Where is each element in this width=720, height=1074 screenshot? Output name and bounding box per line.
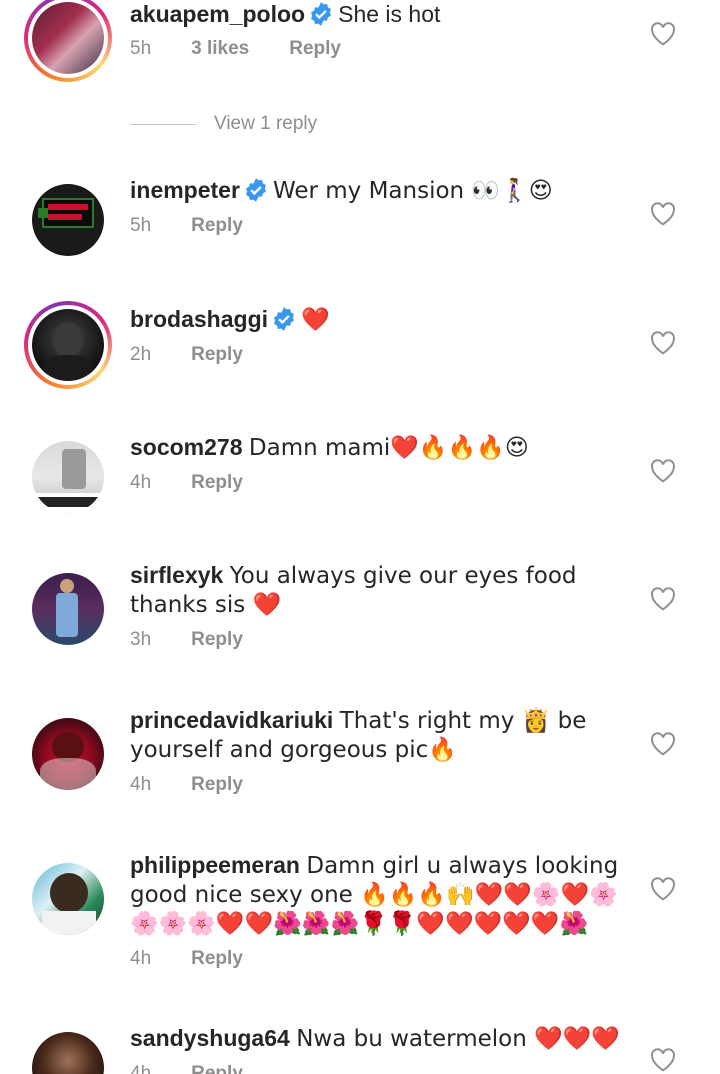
avatar[interactable] bbox=[24, 0, 112, 82]
comment-username[interactable]: brodashaggi bbox=[130, 306, 268, 332]
comment-likes[interactable]: 3 likes bbox=[191, 38, 249, 60]
comment-body: Nwa bu watermelon ❤️❤️❤️ bbox=[296, 1026, 621, 1052]
comment-meta: 4h Reply bbox=[130, 1063, 630, 1074]
verified-badge-icon bbox=[311, 2, 332, 26]
comment-time: 5h bbox=[130, 215, 152, 236]
avatar[interactable] bbox=[24, 301, 112, 389]
avatar[interactable] bbox=[24, 433, 112, 521]
reply-button[interactable]: Reply bbox=[289, 38, 341, 60]
heart-outline-icon[interactable] bbox=[650, 587, 676, 611]
comment-text: socom278 Damn mami❤️🔥🔥🔥😍 bbox=[130, 433, 630, 462]
comment-meta: 4h Reply bbox=[130, 774, 630, 796]
comment-text: sandyshuga64 Nwa bu watermelon ❤️❤️❤️ bbox=[130, 1024, 630, 1053]
comment-body: ❤️ bbox=[301, 307, 330, 333]
reply-button[interactable]: Reply bbox=[191, 215, 243, 237]
avatar[interactable] bbox=[24, 710, 112, 798]
avatar[interactable] bbox=[24, 855, 112, 943]
heart-outline-icon[interactable] bbox=[650, 202, 676, 226]
verified-badge-icon bbox=[274, 307, 294, 331]
comment-username[interactable]: inempeter bbox=[130, 177, 240, 203]
comment-username[interactable]: akuapem_poloo bbox=[130, 1, 305, 27]
comment-text: inempeter Wer my Mansion 👀🚶‍♀️😍 bbox=[130, 176, 630, 205]
comment-time: 2h bbox=[130, 344, 152, 365]
avatar[interactable] bbox=[24, 1024, 112, 1074]
heart-outline-icon[interactable] bbox=[650, 22, 676, 46]
reply-button[interactable]: Reply bbox=[191, 629, 243, 651]
comment-text: sirflexyk You always give our eyes food … bbox=[130, 561, 630, 619]
comment-text: brodashaggi ❤️ bbox=[130, 305, 630, 334]
comment-meta: 4h Reply bbox=[130, 948, 630, 970]
heart-outline-icon[interactable] bbox=[650, 331, 676, 355]
reply-button[interactable]: Reply bbox=[191, 472, 243, 494]
comment-body: Damn mami❤️🔥🔥🔥😍 bbox=[248, 435, 529, 461]
comment-time: 3h bbox=[130, 629, 152, 650]
heart-outline-icon[interactable] bbox=[650, 877, 676, 901]
comment-time: 4h bbox=[130, 774, 152, 795]
comment-time: 4h bbox=[130, 948, 152, 969]
comment-username[interactable]: philippeemeran bbox=[130, 852, 300, 878]
comment-meta: 2h Reply bbox=[130, 344, 630, 366]
comment-text: princedavidkariuki That's right my 👸 be … bbox=[130, 706, 630, 764]
heart-outline-icon[interactable] bbox=[650, 732, 676, 756]
heart-outline-icon[interactable] bbox=[650, 1048, 676, 1072]
comment-username[interactable]: socom278 bbox=[130, 434, 243, 460]
comment-text: akuapem_poloo She is hot bbox=[130, 0, 630, 28]
comment-username[interactable]: princedavidkariuki bbox=[130, 707, 333, 733]
comment-meta: 4h Reply bbox=[130, 472, 630, 494]
comment-time: 4h bbox=[130, 472, 152, 493]
reply-button[interactable]: Reply bbox=[191, 774, 243, 796]
comment-time: 4h bbox=[130, 1063, 152, 1074]
comment-body: She is hot bbox=[338, 1, 441, 27]
verified-badge-icon bbox=[245, 178, 266, 202]
comment-username[interactable]: sandyshuga64 bbox=[130, 1025, 290, 1051]
comment-time: 5h bbox=[130, 38, 152, 59]
comment-meta: 5h Reply bbox=[130, 215, 630, 237]
comment-text: philippeemeran Damn girl u always lookin… bbox=[130, 851, 630, 938]
reply-button[interactable]: Reply bbox=[191, 948, 243, 970]
divider bbox=[130, 123, 196, 125]
avatar[interactable] bbox=[24, 565, 112, 653]
comment-meta: 5h 3 likes Reply bbox=[130, 38, 630, 60]
comment-username[interactable]: sirflexyk bbox=[130, 562, 223, 588]
reply-button[interactable]: Reply bbox=[191, 344, 243, 366]
comment-meta: 3h Reply bbox=[130, 629, 630, 651]
reply-button[interactable]: Reply bbox=[191, 1063, 243, 1074]
view-replies-label: View 1 reply bbox=[214, 113, 318, 134]
heart-outline-icon[interactable] bbox=[650, 459, 676, 483]
view-replies-button[interactable]: View 1 reply bbox=[130, 113, 317, 135]
comment-body: Wer my Mansion 👀🚶‍♀️😍 bbox=[272, 178, 553, 204]
avatar[interactable] bbox=[24, 176, 112, 264]
